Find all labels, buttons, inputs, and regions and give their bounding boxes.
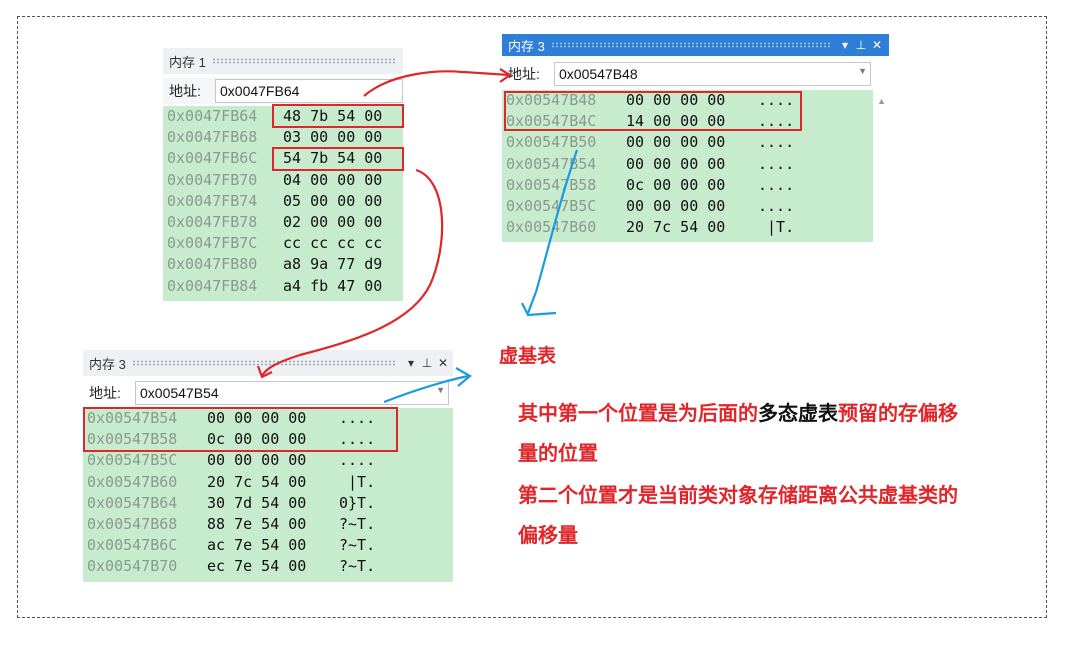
annotation-line-3: 第二个位置才是当前类对象存储距离公共虚基类的 <box>518 485 958 507</box>
blue-arrowhead <box>521 302 557 317</box>
annotation-line-4: 偏移量 <box>518 525 578 547</box>
annotation-keyword: 多态虚表 <box>758 403 838 425</box>
blue-arrow <box>526 149 579 314</box>
red-arrow <box>363 70 509 97</box>
arrows-overlay <box>256 68 579 404</box>
annotation-text: 预留的存偏移 <box>838 403 958 425</box>
annotation-line-1: 其中第一个位置是为后面的多态虚表预留的存偏移 <box>518 397 958 426</box>
red-arrow <box>261 168 444 377</box>
vbase-label: 虚基表 <box>499 346 557 367</box>
blue-arrow <box>383 374 469 404</box>
annotation-text: 其中第一个位置是为后面的 <box>518 403 758 425</box>
annotation-line-2: 量的位置 <box>518 443 598 465</box>
